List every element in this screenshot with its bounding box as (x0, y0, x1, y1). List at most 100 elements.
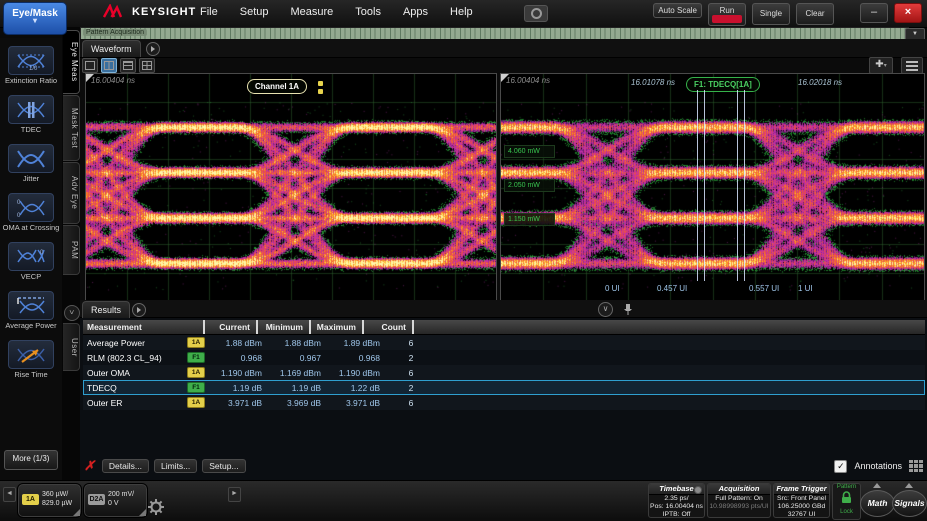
math-button[interactable]: Math (860, 490, 895, 517)
table-row-average-power[interactable]: Average Power 1A 1.88 dBm 1.88 dBm 1.89 … (83, 335, 925, 350)
single-button[interactable]: Single (752, 3, 790, 25)
tdecq-window-line[interactable] (744, 90, 745, 281)
clear-button[interactable]: Clear (796, 3, 834, 25)
menu-help[interactable]: Help (450, 6, 473, 18)
layout-single-button[interactable] (82, 58, 98, 73)
left-timebase-label: 16.00404 ns (91, 76, 135, 85)
ui-label-0457: 0.457 UI (657, 284, 687, 293)
dock-scroll-right-button[interactable]: ► (228, 487, 241, 502)
tool-average-power[interactable]: Average Power (2, 291, 60, 330)
col-count[interactable]: Count (364, 320, 414, 334)
results-tab[interactable]: Results (82, 301, 130, 318)
col-current[interactable]: Current (205, 320, 258, 334)
math-flyout-arrow[interactable] (873, 483, 881, 488)
pattern-strip-label: Pattern Acquisition (83, 29, 147, 36)
layout-rows-button[interactable] (120, 58, 136, 73)
signal-badge-1a: 1A (22, 494, 39, 505)
results-collapse-button[interactable]: ∨ (598, 302, 613, 317)
col-minimum[interactable]: Minimum (258, 320, 311, 334)
timebase-status-dot (694, 486, 702, 494)
menu-measure[interactable]: Measure (290, 6, 333, 18)
results-table: Measurement Current Minimum Maximum Coun… (83, 320, 925, 410)
col-measurement[interactable]: Measurement (83, 320, 205, 334)
run-button[interactable]: Run (708, 3, 746, 26)
close-button[interactable]: × (894, 3, 922, 23)
signal-offset: 0 V (108, 499, 134, 508)
ui-label-1: 1 UI (798, 284, 813, 293)
menu-setup[interactable]: Setup (240, 6, 269, 18)
results-panel: Results ∨ Measurement Current Minimum Ma… (80, 300, 927, 480)
table-row-outer-er[interactable]: Outer ER 1A 3.971 dB 3.969 dB 3.971 dB 6 (83, 395, 925, 410)
pill-handle-dot (318, 89, 323, 94)
mode-tab-strip: Eye Meas Mask Test Adv Eye PAM < User (62, 27, 80, 480)
remove-measurement-icon[interactable]: ✗ (84, 458, 95, 474)
auto-scale-button[interactable]: Auto Scale (653, 3, 702, 18)
time-marker-2: 16.02018 ns (798, 78, 842, 87)
chevron-icon: < (66, 310, 78, 315)
col-maximum[interactable]: Maximum (311, 320, 364, 334)
dock-scroll-left-button[interactable]: ◄ (3, 487, 16, 502)
pattern-lock-button[interactable]: Pattern Lock (832, 483, 861, 520)
table-row-outer-oma[interactable]: Outer OMA 1A 1.190 dBm 1.169 dBm 1.190 d… (83, 365, 925, 380)
channel-1a-pill[interactable]: Channel 1A (247, 79, 307, 94)
table-row-rlm[interactable]: RLM (802.3 CL_94) F1 0.968 0.967 0.968 2 (83, 350, 925, 365)
timebase-panel[interactable]: Timebase 2.35 ps/ Pos: 16.00404 ns IPTB:… (648, 483, 705, 518)
waveform-tab[interactable]: Waveform (82, 40, 141, 57)
eye-diagram-channel-panel[interactable]: 16.00404 ns Channel 1A (85, 73, 497, 302)
signals-button[interactable]: Signals (892, 490, 927, 517)
layout-split-button[interactable] (101, 58, 117, 73)
table-row-tdecq[interactable]: TDECQ F1 1.19 dB 1.19 dB 1.22 dB 2 (83, 380, 925, 395)
tab-adv-eye[interactable]: Adv Eye (63, 162, 80, 224)
keysight-spark-icon (103, 4, 127, 19)
pan-move-button[interactable]: ✚▾ (869, 57, 893, 74)
tab-eye-meas[interactable]: Eye Meas (63, 30, 80, 94)
tool-extinction-ratio[interactable]: 1/0 Extinction Ratio (2, 46, 60, 85)
signal-card-1a[interactable]: 1A 360 µW/ 829.0 µW (17, 483, 82, 518)
tab-mask-test[interactable]: Mask Test (63, 95, 80, 161)
titlebar: KEYSIGHT File Setup Measure Tools Apps H… (0, 0, 927, 28)
limits-button[interactable]: Limits... (154, 459, 197, 473)
tool-rise-time[interactable]: Rise Time (2, 340, 60, 379)
details-button[interactable]: Details... (102, 459, 149, 473)
layout-grid-button[interactable] (139, 58, 155, 73)
tool-jitter[interactable]: Jitter (2, 144, 60, 183)
waveform-menu-button[interactable] (901, 57, 923, 74)
waveform-tab-expand-button[interactable] (146, 42, 160, 56)
acquisition-panel[interactable]: Acquisition Full Pattern: On 10.98998993… (707, 483, 771, 518)
tab-pam[interactable]: PAM (63, 225, 80, 275)
tab-strip-collapse-button[interactable]: < (64, 305, 80, 321)
signal-scale: 360 µW/ (42, 490, 72, 499)
menubar: File Setup Measure Tools Apps Help (200, 6, 473, 18)
screenshot-camera-button[interactable] (524, 5, 548, 22)
eye-canvas-left (86, 74, 496, 301)
grid-view-icon[interactable] (909, 460, 923, 472)
annotations-checkbox[interactable]: ✓ (834, 460, 847, 473)
source-badge: 1A (187, 397, 205, 408)
menu-tools[interactable]: Tools (355, 6, 381, 18)
tdecq-window-line[interactable] (697, 90, 698, 281)
tab-user[interactable]: User (63, 323, 80, 371)
eye-mask-mode-button[interactable]: Eye/Mask ▾ (3, 2, 67, 35)
setup-button[interactable]: Setup... (202, 459, 245, 473)
ui-label-0557: 0.557 UI (749, 284, 779, 293)
frame-trigger-panel[interactable]: Frame Trigger Src: Front Panel 106.25000… (773, 483, 830, 518)
menu-apps[interactable]: Apps (403, 6, 428, 18)
pill-handle-dot (318, 81, 323, 86)
pin-icon[interactable] (623, 303, 633, 316)
results-tab-expand-button[interactable] (132, 303, 146, 317)
lock-icon (840, 491, 853, 504)
menu-file[interactable]: File (200, 6, 218, 18)
tool-oma-at-crossing[interactable]: 00 OMA at Crossing (2, 193, 60, 232)
eye-diagram-tdecq-panel[interactable]: 16.00404 ns 16.01078 ns F1: TDECQ[1A] 16… (500, 73, 925, 302)
waveform-tabbar: Waveform (80, 39, 927, 58)
signal-card-d2a[interactable]: D2A 200 mV/ 0 V (83, 483, 148, 518)
oma-crossing-icon: 00 (16, 198, 46, 218)
more-tools-button[interactable]: More (1/3) (4, 450, 58, 470)
signals-flyout-arrow[interactable] (905, 483, 913, 488)
tdecq-window-line[interactable] (737, 90, 738, 281)
gear-icon[interactable] (148, 499, 164, 515)
minimize-button[interactable]: – (860, 3, 888, 23)
tool-vecp[interactable]: 0 VECP (2, 242, 60, 281)
tool-tdec[interactable]: TDEC (2, 95, 60, 134)
tdecq-window-line[interactable] (704, 90, 705, 281)
